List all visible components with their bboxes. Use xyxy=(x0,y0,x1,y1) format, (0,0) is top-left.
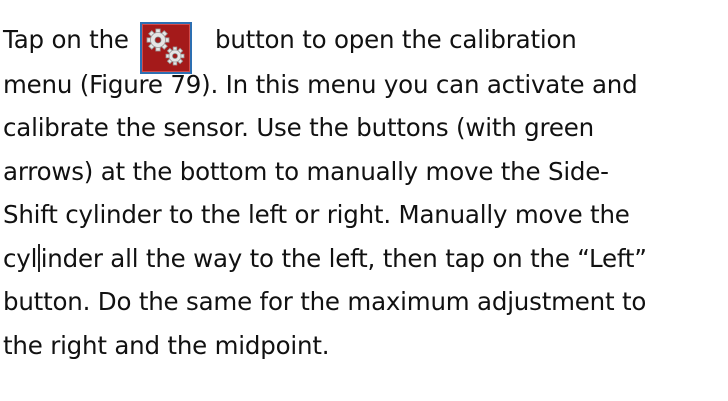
line-6-part-1: cyl xyxy=(3,244,38,273)
line-1-before-text: Tap on the xyxy=(3,25,129,54)
line-8: the right and the midpoint. xyxy=(3,331,330,360)
instruction-paragraph: Tap on the button to open the calibratio… xyxy=(0,0,728,401)
line-2: menu (Figure 79). In this menu you can a… xyxy=(3,70,638,99)
line-5: Shift cylinder to the left or right. Man… xyxy=(3,200,630,229)
line-4: arrows) at the bottom to manually move t… xyxy=(3,157,609,186)
line-7: button. Do the same for the maximum adju… xyxy=(3,287,647,316)
line-1-after-text: button to open the calibration xyxy=(215,25,577,54)
line-3: calibrate the sensor. Use the buttons (w… xyxy=(3,113,594,142)
text-cursor xyxy=(38,244,40,272)
line-6: cyl inder all the way to the left, then t… xyxy=(3,239,647,279)
line-6-part-2: inder all the way to the left, then tap … xyxy=(40,244,647,273)
line-1: Tap on the button to open the calibratio… xyxy=(3,20,577,74)
